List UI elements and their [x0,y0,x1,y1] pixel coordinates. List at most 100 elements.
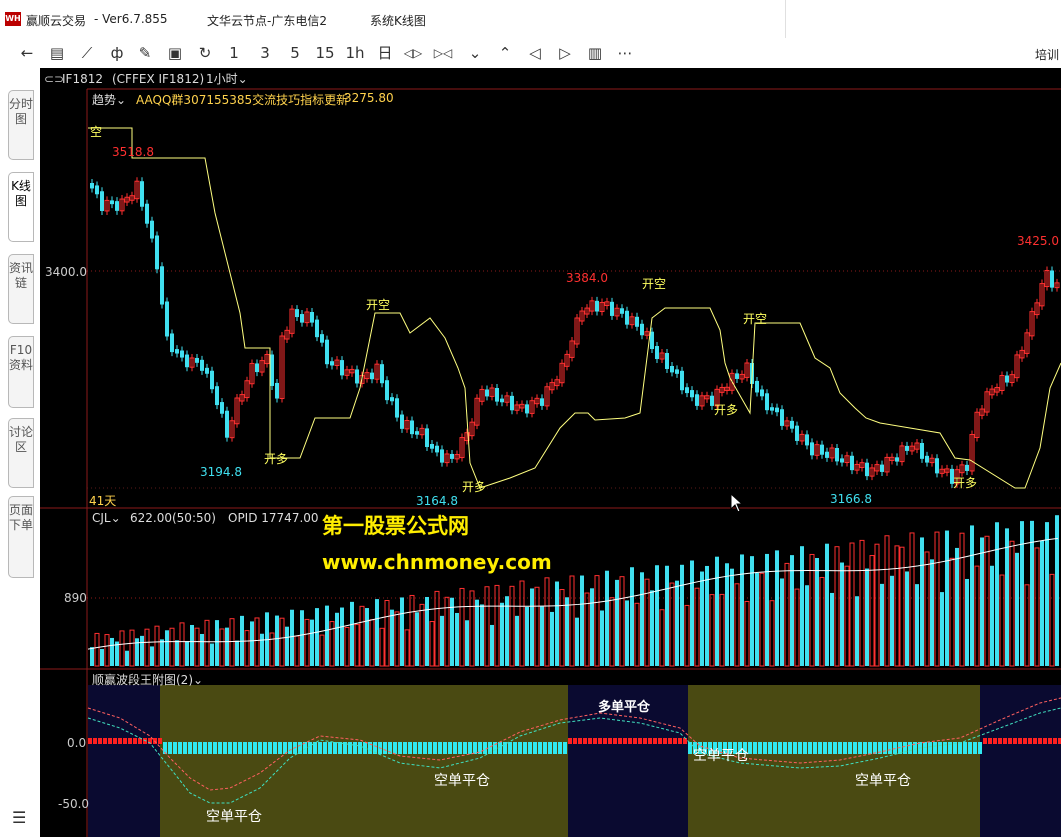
volume-bar [705,565,709,666]
volume-bar [1015,552,1019,666]
sub-bar [418,742,422,754]
volume-bar [404,629,410,667]
sub-bar [943,742,947,754]
back-arrow-icon[interactable]: ← [16,42,38,64]
price-label: 3425.0 [1017,234,1059,248]
signal-label: 开多 [462,480,487,494]
candle [865,462,869,477]
volume-bar [409,594,415,667]
volume-bar [1005,528,1009,666]
volume-bar [344,626,350,667]
zoom-out-icon[interactable]: ◁▷ [402,42,424,64]
sub-bar [328,742,332,754]
sub-bar [208,742,212,754]
sub-signal-label: 多单平仓 [598,700,651,715]
sub-bar [383,742,387,754]
draw-tool-icon[interactable]: ✎ [134,42,156,64]
volume-bar [350,601,354,666]
volume-bar [304,618,310,667]
tab-discussion[interactable]: 讨论区 [8,418,34,488]
sub-bar [423,742,427,754]
candle [210,370,214,390]
period-day-button[interactable]: 日 [374,42,396,64]
sub-bar [233,742,237,754]
period-5-button[interactable]: 5 [284,42,306,64]
volume-bar [104,634,110,667]
volume-bar [619,576,625,667]
chart-area[interactable]: ⊂⊃ IF1812 (CFFEX IF1812) 1小时⌄ 趋势⌄ AAQQ群3… [40,68,1061,837]
volume-bar [294,635,300,667]
tab-kline[interactable]: K线图 [8,172,34,242]
sub-bar [458,742,462,754]
tab-f10[interactable]: F10资料 [8,336,34,408]
chevron-down-icon[interactable]: ⌄ [464,42,486,64]
volume-bar [210,643,214,666]
volume-bar [669,582,675,667]
candle [680,370,684,391]
sub-bar [248,742,252,754]
volume-bar [190,624,194,666]
volume-bar [359,605,365,667]
volume-indicator[interactable]: CJL⌄ [92,511,121,525]
volume-bar [434,590,440,667]
volume-bar [310,619,314,666]
sub-bar [938,742,942,754]
volume-bar [859,539,865,667]
app-title: 赢顺云交易 [26,14,87,28]
volume-bar [615,579,619,666]
menu-icon[interactable]: ☰ [12,808,26,827]
next-icon[interactable]: ▷ [554,42,576,64]
zoom-in-icon[interactable]: ▷◁ [432,42,454,64]
layout-icon[interactable]: ▥ [584,42,606,64]
sub-bar [118,738,122,744]
sub-bar [558,742,562,754]
sub-bar [453,742,457,754]
volume-bar [400,597,404,666]
sub-bar [223,742,227,754]
volume-y-label: 890 [64,591,87,605]
volume-bar [874,543,880,667]
volume-bar [125,650,129,666]
candle [670,365,674,373]
volume-bar [455,612,459,666]
tab-news[interactable]: 资讯链 [8,254,34,324]
sub-signal-label: 空单平仓 [434,773,490,789]
volume-bar [924,551,930,667]
volume-bar [840,562,844,666]
sub-bar [818,742,822,754]
signal-label: 开多 [953,476,978,490]
prev-icon[interactable]: ◁ [524,42,546,64]
chevron-up-icon[interactable]: ⌃ [494,42,516,64]
sub-indicator[interactable]: 顺赢波段王附图(2)⌄ [92,671,203,688]
period-3-button[interactable]: 3 [254,42,276,64]
tab-timeshare[interactable]: 分时图 [8,90,34,160]
training-link[interactable]: 培训 [1035,46,1059,63]
sub-bar [928,742,932,754]
period-1h-button[interactable]: 1h [344,42,366,64]
refresh-icon[interactable]: ↻ [194,42,216,64]
save-icon[interactable]: ▣ [164,42,186,64]
sub-signal-label: 空单平仓 [693,748,749,764]
volume-bar [185,641,189,666]
candlestick-icon[interactable]: ф [106,42,128,64]
volume-bar [165,630,169,666]
tab-order[interactable]: 页面下单 [8,496,34,578]
list-icon[interactable]: ▤ [46,42,68,64]
main-indicator[interactable]: 趋势⌄ [92,91,126,108]
more-icon[interactable]: ⋯ [614,42,636,64]
volume-bar [959,532,965,667]
candle [440,449,444,463]
period-1-button[interactable]: 1 [223,42,245,64]
volume-bar [659,609,665,667]
candle [540,398,544,406]
sub-bar [968,742,972,754]
candle [150,220,154,239]
sub-bar [998,738,1002,744]
volume-bar [429,621,435,667]
sub-bar [473,742,477,754]
sub-bar [663,738,667,744]
sub-bar [1038,738,1042,744]
sub-bar [573,738,577,744]
period-15-button[interactable]: 15 [314,42,336,64]
line-chart-icon[interactable]: ⟋ [76,42,98,64]
